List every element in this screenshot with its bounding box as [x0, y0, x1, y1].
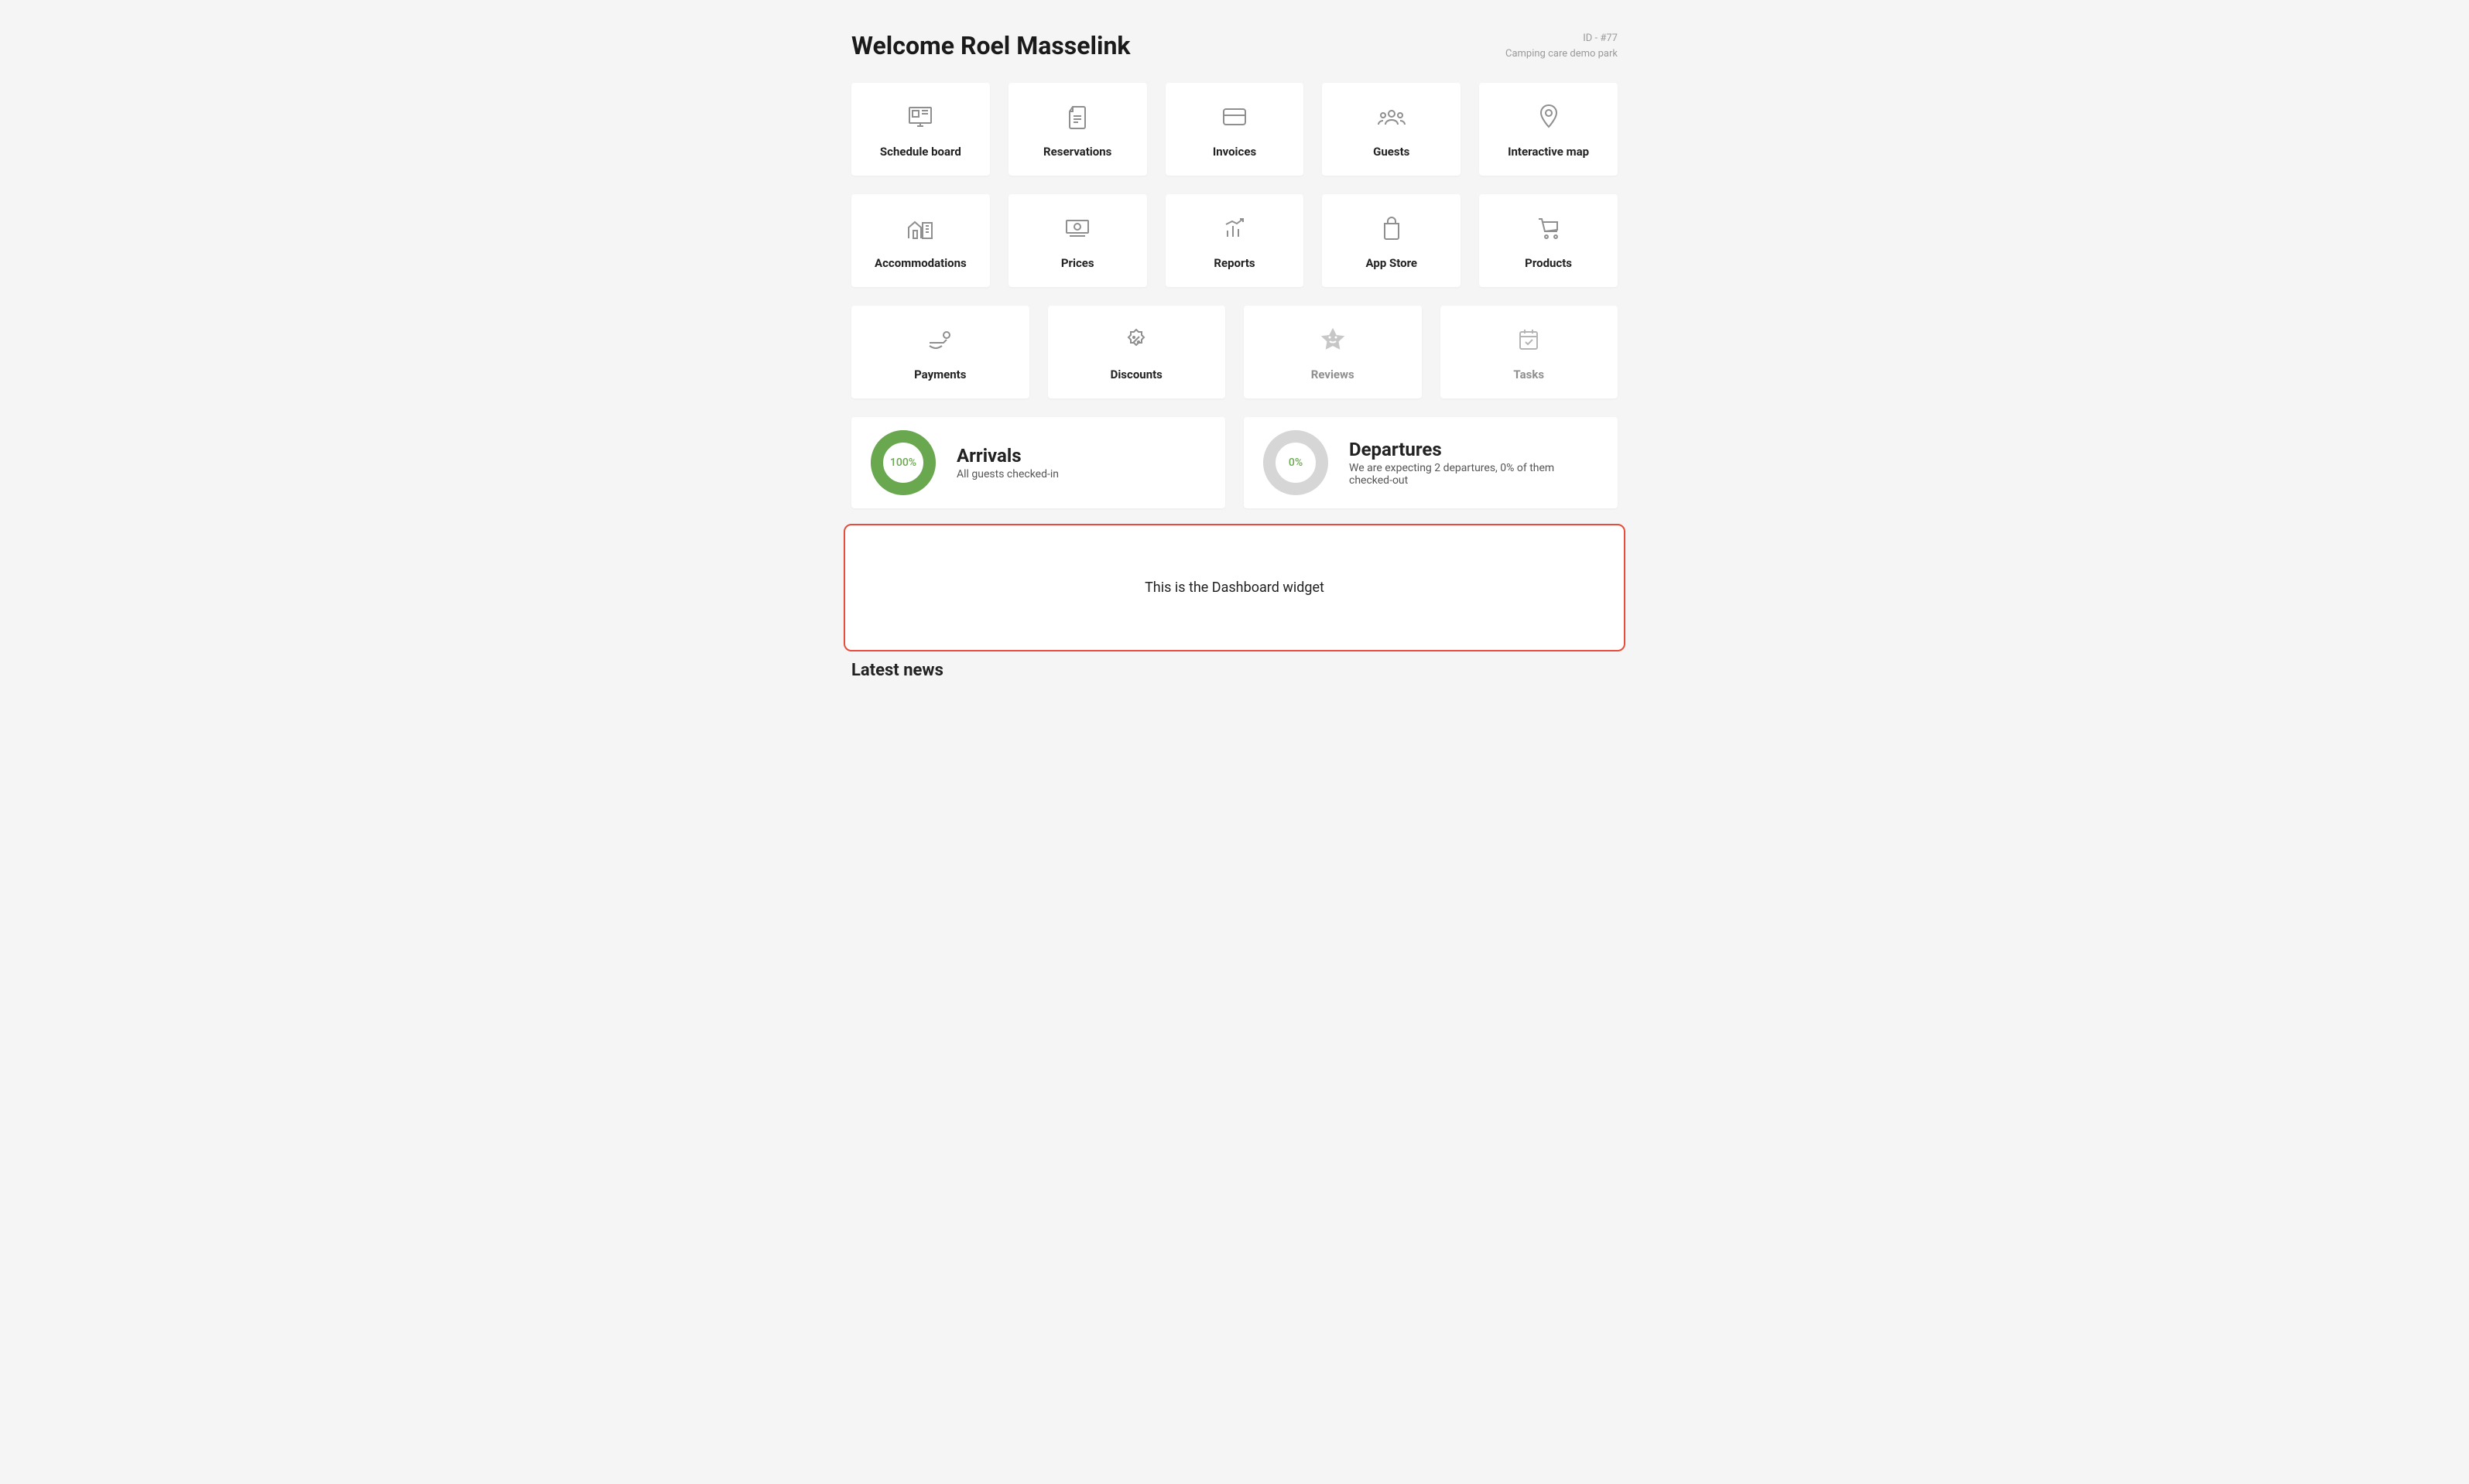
tile-payments[interactable]: Payments: [851, 306, 1029, 398]
payments-icon: [926, 324, 954, 355]
departures-percent: 0%: [1262, 429, 1329, 496]
welcome-title: Welcome Roel Masselink: [851, 31, 1130, 60]
tiles-row-3: Payments Discounts Reviews Tasks: [851, 306, 1618, 398]
tile-invoices[interactable]: Invoices: [1166, 83, 1304, 176]
tile-label: App Store: [1366, 256, 1417, 270]
app-store-icon: [1380, 213, 1403, 244]
arrivals-title: Arrivals: [957, 445, 1059, 467]
tile-interactive-map[interactable]: Interactive map: [1479, 83, 1618, 176]
tile-tasks[interactable]: Tasks: [1440, 306, 1618, 398]
header-meta: ID - #77 Camping care demo park: [1505, 31, 1618, 61]
tiles-row-2: Accommodations Prices Reports App Store …: [851, 194, 1618, 287]
tile-label: Invoices: [1213, 145, 1256, 159]
arrivals-percent: 100%: [870, 429, 937, 496]
tile-label: Discounts: [1111, 368, 1163, 381]
park-id: ID - #77: [1505, 31, 1618, 46]
tile-label: Reservations: [1043, 145, 1111, 159]
tile-label: Reviews: [1311, 368, 1354, 381]
map-pin-icon: [1538, 101, 1560, 132]
tile-reports[interactable]: Reports: [1166, 194, 1304, 287]
tile-label: Products: [1525, 256, 1572, 270]
tile-prices[interactable]: Prices: [1008, 194, 1147, 287]
tile-accommodations[interactable]: Accommodations: [851, 194, 990, 287]
arrivals-subtitle: All guests checked-in: [957, 468, 1059, 480]
tile-schedule-board[interactable]: Schedule board: [851, 83, 990, 176]
products-icon: [1536, 213, 1562, 244]
tile-label: Guests: [1373, 145, 1409, 159]
prices-icon: [1063, 213, 1091, 244]
park-name: Camping care demo park: [1505, 46, 1618, 62]
arrivals-ring: 100%: [870, 429, 937, 496]
tile-label: Prices: [1061, 256, 1094, 270]
tile-label: Reports: [1214, 256, 1255, 270]
tasks-icon: [1517, 324, 1540, 355]
tiles-row-1: Schedule board Reservations Invoices Gue…: [851, 83, 1618, 176]
departures-title: Departures: [1349, 439, 1599, 460]
departures-text: Departures We are expecting 2 departures…: [1349, 439, 1599, 487]
departures-ring: 0%: [1262, 429, 1329, 496]
tile-reservations[interactable]: Reservations: [1008, 83, 1147, 176]
accommodations-icon: [906, 213, 935, 244]
latest-news-heading: Latest news: [851, 661, 1618, 680]
departures-subtitle: We are expecting 2 departures, 0% of the…: [1349, 462, 1599, 487]
tile-label: Accommodations: [875, 256, 967, 270]
tile-label: Interactive map: [1508, 145, 1589, 159]
departures-card[interactable]: 0% Departures We are expecting 2 departu…: [1244, 417, 1618, 508]
invoices-icon: [1221, 101, 1248, 132]
guests-icon: [1376, 101, 1407, 132]
arrivals-card[interactable]: 100% Arrivals All guests checked-in: [851, 417, 1225, 508]
tile-label: Payments: [914, 368, 966, 381]
page-header: Welcome Roel Masselink ID - #77 Camping …: [851, 31, 1618, 61]
reviews-icon: [1320, 324, 1345, 355]
arrivals-text: Arrivals All guests checked-in: [957, 445, 1059, 480]
tile-guests[interactable]: Guests: [1322, 83, 1461, 176]
reports-icon: [1221, 213, 1248, 244]
tile-discounts[interactable]: Discounts: [1048, 306, 1226, 398]
discounts-icon: [1124, 324, 1149, 355]
reservations-icon: [1065, 101, 1090, 132]
stats-row: 100% Arrivals All guests checked-in 0% D…: [851, 417, 1618, 508]
dashboard-widget-text: This is the Dashboard widget: [1145, 580, 1324, 596]
dashboard-widget: This is the Dashboard widget: [844, 524, 1625, 651]
tile-label: Tasks: [1513, 368, 1544, 381]
tile-label: Schedule board: [880, 145, 961, 159]
tile-app-store[interactable]: App Store: [1322, 194, 1461, 287]
schedule-board-icon: [906, 101, 934, 132]
tile-reviews[interactable]: Reviews: [1244, 306, 1422, 398]
tile-products[interactable]: Products: [1479, 194, 1618, 287]
